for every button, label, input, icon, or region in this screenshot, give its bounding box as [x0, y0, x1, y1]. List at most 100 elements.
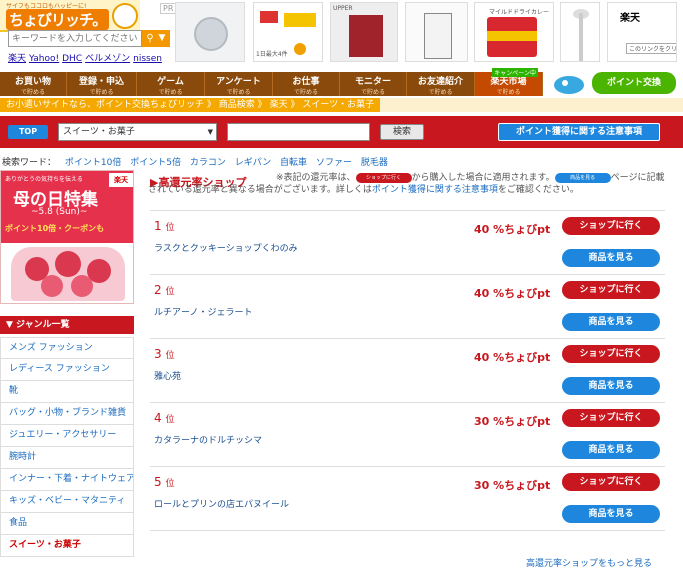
breadcrumb-item-rakuten[interactable]: 楽天 [270, 100, 288, 110]
genre-item[interactable]: キッズ・ベビー・マタニティ [0, 491, 134, 513]
shop-name[interactable]: ラスクとクッキーショップくわのみ [154, 241, 298, 254]
rank-position: 5 位 [154, 475, 174, 489]
go-shop-button[interactable]: ショップに行く [562, 345, 660, 363]
go-shop-button[interactable]: ショップに行く [562, 409, 660, 427]
flower [71, 275, 93, 297]
point-exchange-button[interactable]: ポイント交換 [592, 72, 676, 94]
genre-item[interactable]: バッグ・小物・ブランド雑貨 [0, 403, 134, 425]
rank-position: 2 位 [154, 283, 174, 297]
logo-brand: ちょびリッチ。 [6, 9, 110, 30]
rank-position: 1 位 [154, 219, 174, 233]
genre-item[interactable]: ジュエリー・アクセサリー [0, 425, 134, 447]
ad-banner-coat[interactable] [405, 2, 468, 62]
mothers-day-promo[interactable]: ありがとうの気持ちを伝える 楽天 母の日特集 ~5.8 (Sun)~ ポイント1… [0, 170, 134, 304]
breadcrumb-item-search[interactable]: 商品検索 [219, 100, 255, 110]
quick-link-bellemaison[interactable]: ベルメゾン [85, 54, 130, 64]
quick-link-rakuten[interactable]: 楽天 [8, 54, 26, 64]
rank-number: 3 [154, 347, 162, 361]
nav-sub: で貯める [293, 89, 318, 96]
chevron-down-icon[interactable]: ▼ [154, 30, 170, 47]
nav-game[interactable]: ゲーム で貯める [137, 72, 205, 96]
nav-referral[interactable]: お友達紹介 で貯める [407, 72, 475, 96]
ad-banner-news[interactable]: 1日最大4件 [253, 2, 323, 62]
shop-name[interactable]: ルチアーノ・ジェラート [154, 305, 252, 318]
top-button[interactable]: TOP [8, 125, 48, 139]
shop-name[interactable]: カタラーナのドルチッシマ [154, 433, 262, 446]
rank-number: 5 [154, 475, 162, 489]
genre-item[interactable]: レディース ファッション [0, 359, 134, 381]
view-items-button[interactable]: 商品を見る [562, 313, 660, 331]
nav-survey[interactable]: アンケート で貯める [205, 72, 273, 96]
ad-banner-rakuten[interactable]: 楽天 このリンクをクリック [607, 2, 677, 62]
ranking-row: 3 位 雅心苑 40 %ちょびpt ショップに行く 商品を見る [150, 339, 665, 403]
go-shop-button[interactable]: ショップに行く [562, 473, 660, 491]
genre-item[interactable]: メンズ ファッション [0, 337, 134, 359]
shop-name[interactable]: ロールとプリンの店エパヌイール [154, 497, 289, 510]
genre-item[interactable]: インナー・下着・ナイトウェア [0, 469, 134, 491]
view-items-button[interactable]: 商品を見る [562, 505, 660, 523]
shop-name[interactable]: 雅心苑 [154, 369, 181, 382]
point-notice-button[interactable]: ポイント獲得に関する注意事項 [498, 123, 660, 141]
rakuten-logo: 楽天 [620, 13, 640, 24]
nav-sub: で貯める [158, 89, 183, 96]
quick-link-nissen[interactable]: nissen [133, 54, 162, 64]
more-shops-link[interactable]: 高還元率ショップをもっと見る [526, 556, 652, 569]
nav-shopping[interactable]: お買い物 で貯める [0, 72, 67, 96]
genre-item[interactable]: 食品 [0, 513, 134, 535]
header-search-input[interactable] [8, 30, 142, 47]
note-part-d: をご確認ください。 [497, 185, 579, 195]
keyword-link[interactable]: 自転車 [280, 158, 307, 168]
keyword-link[interactable]: カラコン [190, 158, 226, 168]
breadcrumb-sep: 》 [257, 100, 267, 110]
note-go-shop-pill: ショップに行く [355, 172, 412, 183]
ad-banner-shirt[interactable]: UPPER [330, 2, 398, 62]
mascot-body [554, 76, 584, 94]
go-shop-button[interactable]: ショップに行く [562, 281, 660, 299]
view-items-button[interactable]: 商品を見る [562, 249, 660, 267]
ad-banner-brush[interactable] [560, 2, 600, 62]
ad-banner-glass[interactable] [175, 2, 245, 62]
keyword-link[interactable]: ソファー [316, 158, 352, 168]
nav-label: 登録・申込 [78, 77, 124, 87]
keyword-link[interactable]: ポイント5倍 [130, 158, 181, 168]
breadcrumb-item-current: スイーツ・お菓子 [302, 100, 375, 110]
note-view-items-pill: 商品を見る [554, 172, 611, 183]
nav-rakuten-market[interactable]: キャンペーン中 楽天市場 で貯める [475, 68, 543, 96]
note-link[interactable]: ポイント獲得に関する注意事項 [372, 185, 498, 195]
site-logo[interactable]: サイフもココロもハッピーに! ちょびリッチ。 [0, 0, 140, 32]
keyword-link[interactable]: ポイント10倍 [65, 158, 121, 168]
quick-link-yahoo[interactable]: Yahoo! [29, 54, 59, 64]
nav-label: アンケート [216, 77, 261, 87]
rank-position: 3 位 [154, 347, 174, 361]
genre-item-active[interactable]: スイーツ・お菓子 [0, 535, 134, 557]
nav-signup[interactable]: 登録・申込 で貯める [67, 72, 137, 96]
nav-monitor[interactable]: モニター で貯める [340, 72, 407, 96]
keyword-link[interactable]: 脱毛器 [361, 158, 388, 168]
quick-link-dhc[interactable]: DHC [62, 54, 82, 64]
genre-heading: ▼ ジャンル一覧 [0, 316, 134, 334]
genre-item[interactable]: 腕時計 [0, 447, 134, 469]
coat-image [424, 13, 452, 59]
ad-banner-curry[interactable]: マイルドドライカレー [474, 2, 554, 62]
breadcrumb-home[interactable]: お小遣いサイトなら、ポイント交換ちょびリッチ [6, 100, 204, 110]
breadcrumb-sep: 》 [290, 100, 300, 110]
category-select[interactable]: スイーツ・お菓子 ▼ [58, 123, 217, 141]
promo-header: ありがとうの気持ちを伝える 楽天 母の日特集 ~5.8 (Sun)~ ポイント1… [1, 171, 133, 243]
nav-sub: で貯める [496, 89, 521, 96]
keyword-input[interactable] [227, 123, 370, 141]
genre-item[interactable]: 靴 [0, 381, 134, 403]
go-shop-button[interactable]: ショップに行く [562, 217, 660, 235]
search-button[interactable]: 検索 [380, 124, 424, 140]
view-items-button[interactable]: 商品を見る [562, 377, 660, 395]
breadcrumb: お小遣いサイトなら、ポイント交換ちょびリッチ 》 商品検索 》 楽天 》 スイー… [0, 98, 683, 112]
search-keywords: 検索ワード： ポイント10倍 ポイント5倍 カラコン レギパン 自転車 ソファー… [2, 155, 682, 168]
reward-rate: 30 %ちょびpt [474, 415, 551, 428]
nav-sub: で貯める [20, 89, 45, 96]
nav-work[interactable]: お仕事 で貯める [273, 72, 340, 96]
keyword-link[interactable]: レギパン [235, 158, 271, 168]
view-items-button[interactable]: 商品を見る [562, 441, 660, 459]
mascot-face-icon [112, 3, 138, 29]
rank-position: 4 位 [154, 411, 174, 425]
rank-unit: 位 [165, 351, 175, 361]
nav-sub: で貯める [428, 89, 453, 96]
